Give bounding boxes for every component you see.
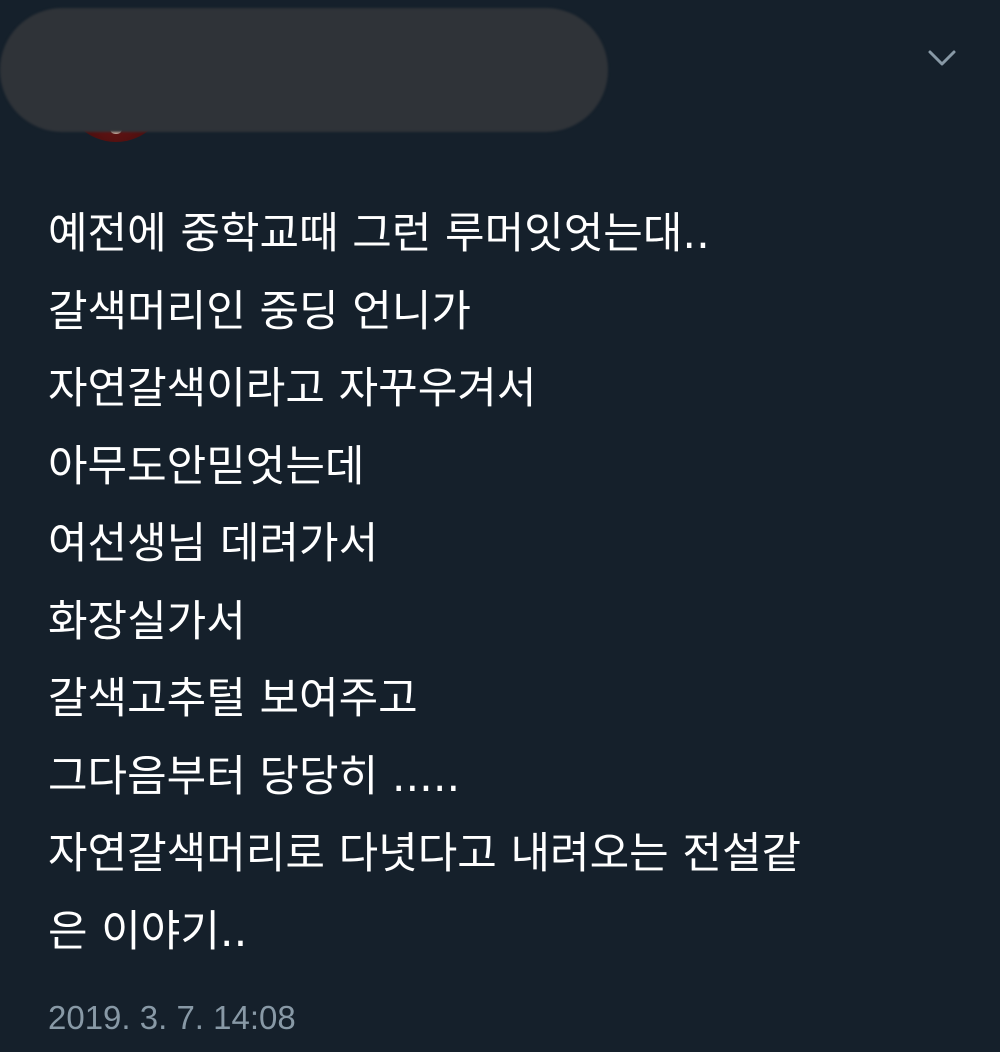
tweet-header <box>0 0 1000 160</box>
tweet-line: 은 이야기.. <box>48 906 248 957</box>
tweet-line: 여선생님 데려가서 <box>48 519 379 569</box>
tweet-line: 갈색머리인 중딩 언니가 <box>48 286 471 337</box>
tweet-line: 그다음부터 당당히 ..... <box>48 751 461 802</box>
tweet-text: 예전에 중학교때 그런 루머잇엇는대.. 갈색머리인 중딩 언니가 자연갈색이라… <box>48 196 968 971</box>
tweet-line: 화장실가서 <box>48 596 246 647</box>
redacted-username <box>0 8 608 132</box>
tweet-line: 아무도안믿엇는데 <box>48 441 365 492</box>
tweet-line: 예전에 중학교때 그런 루머잇엇는대.. <box>48 209 710 259</box>
tweet-line: 자연갈색이라고 자꾸우겨서 <box>48 364 537 414</box>
tweet-line: 자연갈색머리로 다녓다고 내려오는 전설같 <box>48 829 802 879</box>
chevron-down-glyph <box>928 50 956 66</box>
chevron-down-icon[interactable] <box>924 40 960 76</box>
tweet-timestamp[interactable]: 2019. 3. 7. 14:08 <box>48 996 296 1040</box>
tweet-line: 갈색고추털 보여주고 <box>48 674 418 724</box>
